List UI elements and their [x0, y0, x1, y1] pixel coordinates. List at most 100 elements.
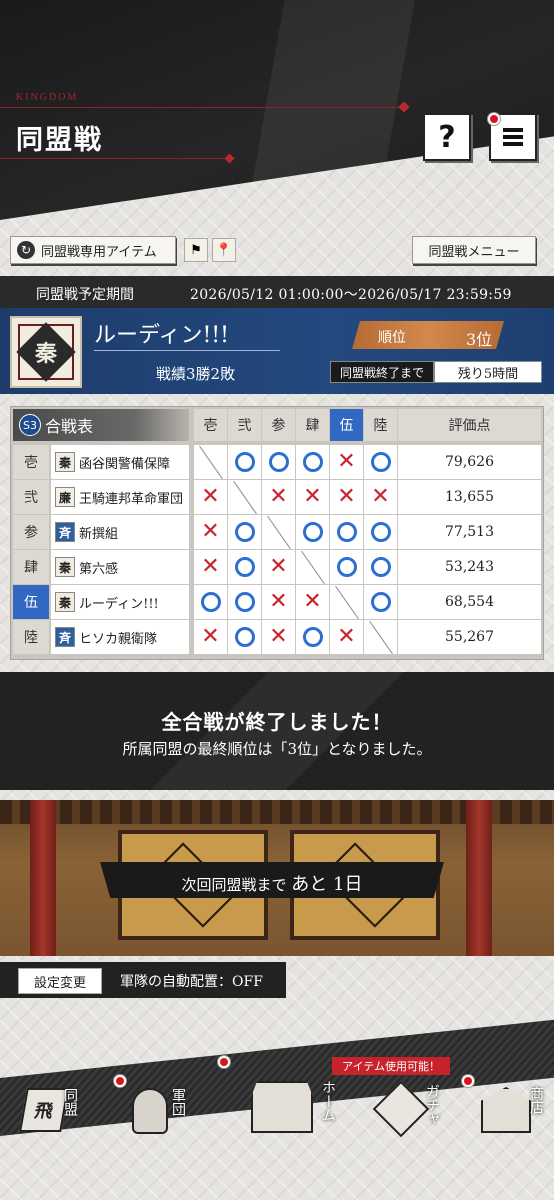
column-header: 肆 [296, 409, 329, 441]
alliance-row-name[interactable]: 斉新撰組 [51, 515, 189, 549]
settings-change-button[interactable]: 設定変更 [18, 968, 102, 994]
result-cell: ✕ [262, 620, 295, 654]
hamburger-icon [503, 125, 523, 149]
result-cell: ✕ [296, 480, 329, 514]
loss-cross-icon: ✕ [269, 484, 288, 509]
result-cell [194, 585, 227, 619]
loss-cross-icon: ✕ [201, 624, 220, 649]
result-cell: ✕ [330, 480, 363, 514]
nav-army[interactable]: 軍団 [118, 1084, 186, 1138]
loss-cross-icon: ✕ [371, 484, 390, 509]
win-circle-icon [336, 557, 357, 577]
palace-icon [251, 1081, 313, 1133]
result-cell [228, 550, 261, 584]
score-cell: 13,655 [398, 480, 541, 514]
alliance-record: 戦績3勝2敗 [156, 365, 236, 383]
alliance-emblem-icon: 斉 [55, 522, 75, 542]
help-icon: ? [438, 119, 456, 155]
alliance-row-name-text: 王騎連邦革命軍団 [79, 491, 184, 507]
shop-icon [481, 1087, 531, 1133]
battle-table: S3 合戦表壱弐参肆伍陸評価点壱秦函谷関警備保障 ✕ 79,626 弐廉王騎連邦革命軍団… [10, 406, 544, 660]
brand-rule [0, 107, 405, 108]
alliance-row-name[interactable]: 秦第六感 [51, 550, 189, 584]
win-circle-icon [370, 522, 391, 542]
next-battle-value: あと 1日 [291, 874, 363, 895]
result-cell: ✕ [194, 480, 227, 514]
result-cell [364, 620, 397, 654]
result-cell [364, 515, 397, 549]
alliance-row-name[interactable]: 廉王騎連邦革命軍団 [51, 480, 189, 514]
result-banner-title: 全合戦が終了しました！ [161, 710, 393, 734]
alliance-emblem-icon: 秦 [55, 452, 75, 472]
rank-value: 3位 [466, 330, 493, 349]
score-cell: 77,513 [398, 515, 541, 549]
column-header: 伍 [330, 409, 363, 441]
result-cell [364, 445, 397, 479]
win-circle-icon [302, 452, 323, 472]
result-cell [296, 445, 329, 479]
help-button[interactable]: ? [423, 113, 471, 161]
result-cell [296, 620, 329, 654]
self-slash-mark [198, 445, 223, 479]
alliance-items-button[interactable]: ↻ 同盟戦専用アイテム [10, 236, 176, 264]
win-circle-icon [370, 452, 391, 472]
alliance-menu-label: 同盟戦メニュー [428, 244, 520, 260]
loss-cross-icon: ✕ [201, 519, 220, 544]
result-cell [364, 550, 397, 584]
period-bar: 同盟戦予定期間 2026/05/12 01:00:00～2026/05/17 2… [0, 276, 554, 308]
result-cell: ✕ [364, 480, 397, 514]
auto-deploy-status: 軍隊の自動配置：OFF [120, 974, 263, 990]
result-cell: ✕ [262, 550, 295, 584]
alliance-row-name-text: 第六感 [79, 561, 119, 577]
result-cell: ✕ [262, 585, 295, 619]
gacha-emblem-icon [372, 1080, 430, 1138]
nav-shop-label: 商店 [528, 1086, 544, 1114]
result-cell [228, 620, 261, 654]
result-cell [296, 515, 329, 549]
result-cell [228, 585, 261, 619]
win-circle-icon [200, 592, 221, 612]
win-circle-icon [302, 522, 323, 542]
loss-cross-icon: ✕ [337, 484, 356, 509]
rank-label: 順位 [378, 330, 406, 346]
flag-item-icon[interactable]: ⚑ [184, 238, 208, 262]
nav-home[interactable]: ホーム [234, 1076, 336, 1138]
nav-shop[interactable]: 商店 [466, 1082, 546, 1138]
loss-cross-icon: ✕ [337, 624, 356, 649]
menu-notification-dot [488, 113, 500, 125]
row-number: 陸 [13, 620, 49, 654]
result-cell: ✕ [262, 480, 295, 514]
result-cell [330, 550, 363, 584]
row-number: 肆 [13, 550, 49, 584]
alliance-row-name[interactable]: 斉ヒソカ親衛隊 [51, 620, 189, 654]
nav-alliance[interactable]: 飛 同盟 [14, 1082, 78, 1138]
pin-item-icon[interactable]: 📍 [212, 238, 236, 262]
result-cell [262, 515, 295, 549]
season-badge: S3 [19, 414, 41, 436]
win-circle-icon [370, 557, 391, 577]
helmet-icon [132, 1088, 168, 1134]
win-circle-icon [268, 452, 289, 472]
alliance-emblem-icon: 秦 [55, 557, 75, 577]
loss-cross-icon: ✕ [303, 484, 322, 509]
result-cell [330, 585, 363, 619]
alliance-items-label: 同盟戦専用アイテム [41, 244, 157, 260]
score-cell: 55,267 [398, 620, 541, 654]
score-header: 評価点 [398, 409, 541, 441]
self-slash-mark [232, 480, 257, 514]
win-circle-icon [234, 592, 255, 612]
row-number: 参 [13, 515, 49, 549]
result-cell [364, 585, 397, 619]
alliance-row-name[interactable]: 秦函谷関警備保障 [51, 445, 189, 479]
alliance-emblem-icon: 斉 [55, 627, 75, 647]
alliance-row-name-text: 函谷関警備保障 [79, 456, 171, 472]
column-header: 弐 [228, 409, 261, 441]
win-circle-icon [370, 592, 391, 612]
row-number: 弐 [13, 480, 49, 514]
result-cell: ✕ [330, 620, 363, 654]
alliance-row-name[interactable]: 秦ルーディン!!! [51, 585, 189, 619]
period-value: 2026/05/12 01:00:00～2026/05/17 23:59:59 [190, 287, 512, 303]
loss-cross-icon: ✕ [201, 554, 220, 579]
nav-gacha[interactable]: ガチャ [362, 1080, 440, 1138]
alliance-menu-button[interactable]: 同盟戦メニュー [412, 236, 536, 264]
